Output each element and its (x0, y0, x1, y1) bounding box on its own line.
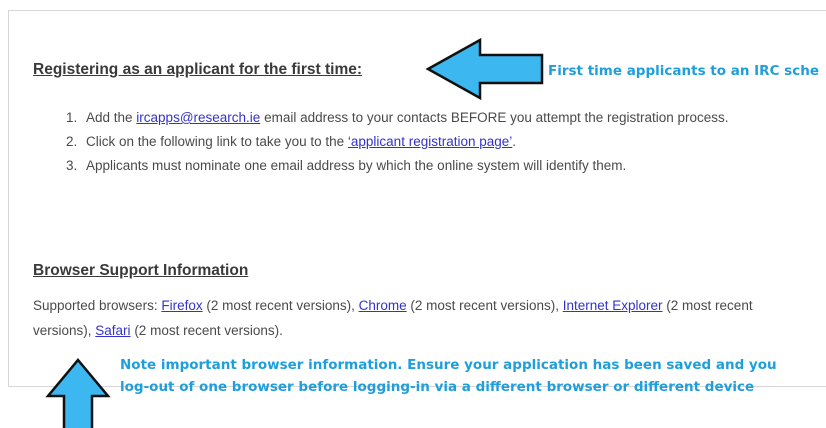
step-text: email address to your contacts BEFORE yo… (260, 110, 729, 125)
step-text: Add the (86, 110, 137, 125)
arrow-left-icon (425, 37, 544, 101)
list-text: Applicants must nominate one email addre… (86, 158, 627, 173)
version-note: (2 most recent versions). (130, 323, 283, 338)
list-text: Add the ircapps@research.ie email addres… (66, 106, 816, 130)
applicant-registration-link[interactable]: ‘applicant registration page’ (348, 134, 512, 149)
list-item: 1. Add the ircapps@research.ie email add… (66, 106, 816, 130)
supported-browsers-text: Supported browsers: Firefox (2 most rece… (33, 293, 813, 343)
step-text: Click on the following link to take you … (86, 134, 348, 149)
firefox-link[interactable]: Firefox (161, 298, 202, 313)
callout-line: log-out of one browser before logging-in… (120, 379, 755, 395)
arrow-up-icon (45, 358, 111, 428)
safari-link[interactable]: Safari (95, 323, 130, 338)
support-prefix: Supported browsers: (33, 298, 162, 313)
list-item: 2. Click on the following link to take y… (66, 130, 816, 154)
email-link[interactable]: ircapps@research.ie (136, 110, 260, 125)
version-note: (2 most recent versions), (202, 298, 359, 313)
internet-explorer-link[interactable]: Internet Explorer (563, 298, 663, 313)
callout-line: Note important browser information. Ensu… (120, 357, 777, 373)
registration-steps: 1. Add the ircapps@research.ie email add… (66, 106, 816, 178)
list-number: 3. (66, 158, 78, 173)
list-item: 3. Applicants must nominate one email ad… (66, 154, 816, 178)
version-note: (2 most recent versions), (406, 298, 563, 313)
chrome-link[interactable]: Chrome (359, 298, 407, 313)
step-text: . (512, 134, 517, 149)
first-time-callout: First time applicants to an IRC sche (548, 63, 819, 79)
list-number: 2. (66, 134, 78, 149)
list-number: 1. (66, 110, 78, 125)
registration-heading: Registering as an applicant for the firs… (33, 61, 363, 78)
list-text: Click on the following link to take you … (66, 130, 816, 154)
browser-note-callout: Note important browser information. Ensu… (120, 354, 777, 398)
browser-support-heading: Browser Support Information (33, 262, 249, 279)
